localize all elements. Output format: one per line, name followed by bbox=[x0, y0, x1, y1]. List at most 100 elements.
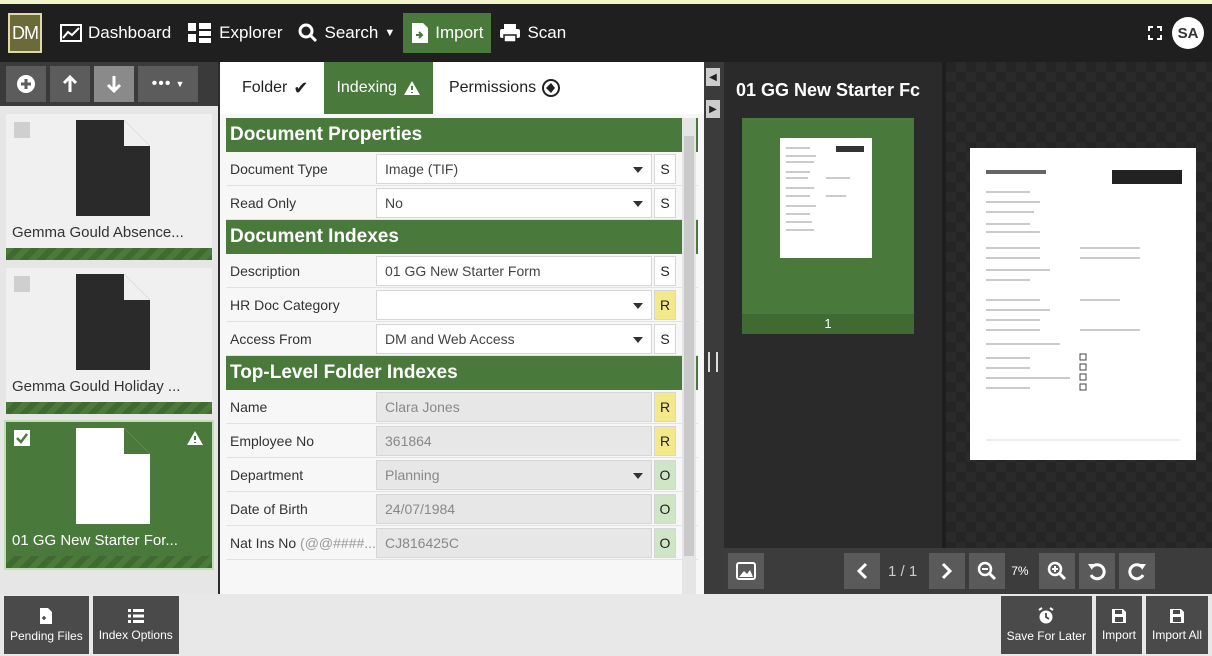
add-document-button[interactable] bbox=[6, 66, 46, 102]
panel-splitter[interactable]: ◀ ▶ bbox=[704, 62, 724, 594]
field-value: 01 GG New Starter Form bbox=[385, 262, 541, 279]
field-badge: R bbox=[654, 289, 676, 320]
department-select[interactable]: Planning bbox=[376, 459, 652, 490]
save-icon bbox=[1169, 609, 1184, 623]
description-input[interactable]: 01 GG New Starter Form bbox=[376, 255, 652, 286]
tab-folder[interactable]: Folder ✔ bbox=[230, 62, 320, 114]
nav-scan[interactable]: Scan bbox=[491, 13, 574, 53]
field-badge: R bbox=[654, 391, 676, 422]
app-logo: DM bbox=[8, 13, 42, 53]
printer-icon bbox=[500, 24, 521, 43]
field-row-employee-no: Employee No 361864 R bbox=[226, 424, 698, 458]
field-badge: O bbox=[654, 459, 676, 490]
nav-search[interactable]: Search ▼ bbox=[290, 13, 403, 53]
image-icon bbox=[736, 562, 756, 580]
rotate-left-icon bbox=[1087, 563, 1106, 581]
date-of-birth-input[interactable]: 24/07/1984 bbox=[376, 493, 652, 524]
panel-tabs: Folder ✔ Indexing Permissions bbox=[220, 62, 704, 114]
field-label: Description bbox=[230, 262, 301, 279]
field-row-date-of-birth: Date of Birth 24/07/1984 O bbox=[226, 492, 698, 526]
field-badge: S bbox=[654, 187, 676, 218]
form-scrollbar[interactable] bbox=[682, 118, 696, 594]
move-down-button[interactable] bbox=[94, 66, 134, 102]
import-all-button[interactable]: Import All bbox=[1145, 596, 1208, 654]
bottom-action-bar: Pending Files Index Options Save For Lat… bbox=[0, 594, 1212, 656]
field-badge: O bbox=[654, 527, 676, 558]
nav-scan-label: Scan bbox=[527, 23, 567, 42]
tab-indexing[interactable]: Indexing bbox=[324, 62, 433, 114]
file-icon bbox=[76, 120, 150, 216]
page-thumbnail[interactable]: 1 bbox=[742, 118, 914, 334]
permissions-icon bbox=[542, 79, 561, 97]
field-label: Date of Birth bbox=[230, 500, 308, 517]
more-options-button[interactable]: ••• ▼ bbox=[138, 66, 198, 102]
field-label: Document Type bbox=[230, 160, 328, 177]
field-row-description: Description 01 GG New Starter Form S bbox=[226, 254, 698, 288]
explorer-icon bbox=[188, 23, 212, 43]
form-preview-graphic bbox=[986, 170, 1182, 441]
rotate-right-button[interactable] bbox=[1118, 553, 1155, 589]
nav-search-label: Search bbox=[324, 23, 379, 42]
file-icon bbox=[76, 428, 150, 524]
document-card-3[interactable]: 01 GG New Starter For... bbox=[4, 420, 214, 570]
document-checkbox[interactable] bbox=[14, 276, 30, 292]
field-row-nat-ins-no: Nat Ins No (@@####... CJ816425C O bbox=[226, 526, 698, 560]
next-page-button[interactable] bbox=[929, 553, 966, 589]
checkmark-icon: ✔ bbox=[293, 77, 309, 98]
hr-doc-category-select[interactable] bbox=[376, 289, 652, 320]
collapse-left-button[interactable]: ◀ bbox=[706, 68, 720, 86]
nav-explorer-label: Explorer bbox=[219, 23, 283, 42]
field-badge: S bbox=[654, 153, 676, 184]
field-row-hr-doc-category: HR Doc Category R bbox=[226, 288, 698, 322]
index-options-button[interactable]: Index Options bbox=[92, 596, 179, 654]
field-value: No bbox=[385, 194, 403, 211]
previous-page-button[interactable] bbox=[844, 553, 880, 589]
drag-handle[interactable] bbox=[708, 352, 718, 372]
save-for-later-label: Save For Later bbox=[1006, 629, 1086, 643]
move-up-button[interactable] bbox=[50, 66, 90, 102]
fullscreen-icon[interactable] bbox=[1148, 26, 1162, 40]
pending-documents-panel: ••• ▼ Gemma Gould Absence... Gemma Gould… bbox=[0, 62, 218, 594]
check-icon bbox=[16, 433, 28, 444]
zoom-out-button[interactable] bbox=[969, 553, 1006, 589]
import-label: Import bbox=[1101, 628, 1136, 642]
document-card-2[interactable]: Gemma Gould Holiday ... bbox=[6, 268, 212, 414]
access-from-select[interactable]: DM and Web Access bbox=[376, 323, 652, 354]
zoom-in-button[interactable] bbox=[1038, 553, 1075, 589]
field-row-document-type: Document Type Image (TIF) S bbox=[226, 152, 698, 186]
rotate-left-button[interactable] bbox=[1078, 553, 1115, 589]
tab-permissions[interactable]: Permissions bbox=[437, 62, 572, 114]
employee-no-input[interactable]: 361864 bbox=[376, 425, 652, 456]
caret-left-icon: ◀ bbox=[709, 71, 717, 83]
expand-right-button[interactable]: ▶ bbox=[706, 100, 720, 118]
nat-ins-no-input[interactable]: CJ816425C bbox=[376, 527, 652, 558]
scrollbar-thumb[interactable] bbox=[684, 136, 694, 556]
document-checkbox[interactable] bbox=[14, 122, 30, 138]
nav-import[interactable]: Import bbox=[403, 13, 492, 53]
field-label-text: Nat Ins No bbox=[230, 534, 297, 551]
thumbnail-column: 01 GG New Starter Fc 1 bbox=[724, 62, 942, 548]
document-checkbox-checked[interactable] bbox=[14, 430, 30, 446]
read-only-select[interactable]: No bbox=[376, 187, 652, 218]
field-badge: S bbox=[654, 323, 676, 354]
document-card-1[interactable]: Gemma Gould Absence... bbox=[6, 114, 212, 260]
section-top-level-folder-indexes: Top-Level Folder Indexes bbox=[226, 356, 698, 390]
field-badge: S bbox=[654, 255, 676, 286]
import-button[interactable]: Import bbox=[1095, 596, 1142, 654]
ellipsis-icon: ••• bbox=[151, 75, 172, 92]
user-avatar[interactable]: SA bbox=[1172, 17, 1204, 49]
zoom-level: 7% bbox=[1011, 564, 1029, 578]
field-value: 361864 bbox=[385, 432, 432, 449]
field-label: Name bbox=[230, 398, 268, 415]
viewer-toolbar: 1 / 1 7% bbox=[724, 548, 1212, 594]
field-label: HR Doc Category bbox=[230, 296, 340, 313]
nav-explorer[interactable]: Explorer bbox=[179, 13, 290, 53]
save-for-later-button[interactable]: Save For Later bbox=[1000, 596, 1092, 654]
nav-dashboard[interactable]: Dashboard bbox=[52, 13, 179, 53]
document-type-select[interactable]: Image (TIF) bbox=[376, 153, 652, 184]
nav-import-label: Import bbox=[435, 23, 484, 42]
document-viewer: 01 GG New Starter Fc 1 1 / 1 7% bbox=[724, 62, 1212, 594]
image-settings-button[interactable] bbox=[728, 553, 764, 589]
pending-files-button[interactable]: Pending Files bbox=[4, 596, 89, 654]
name-input[interactable]: Clara Jones bbox=[376, 391, 652, 422]
